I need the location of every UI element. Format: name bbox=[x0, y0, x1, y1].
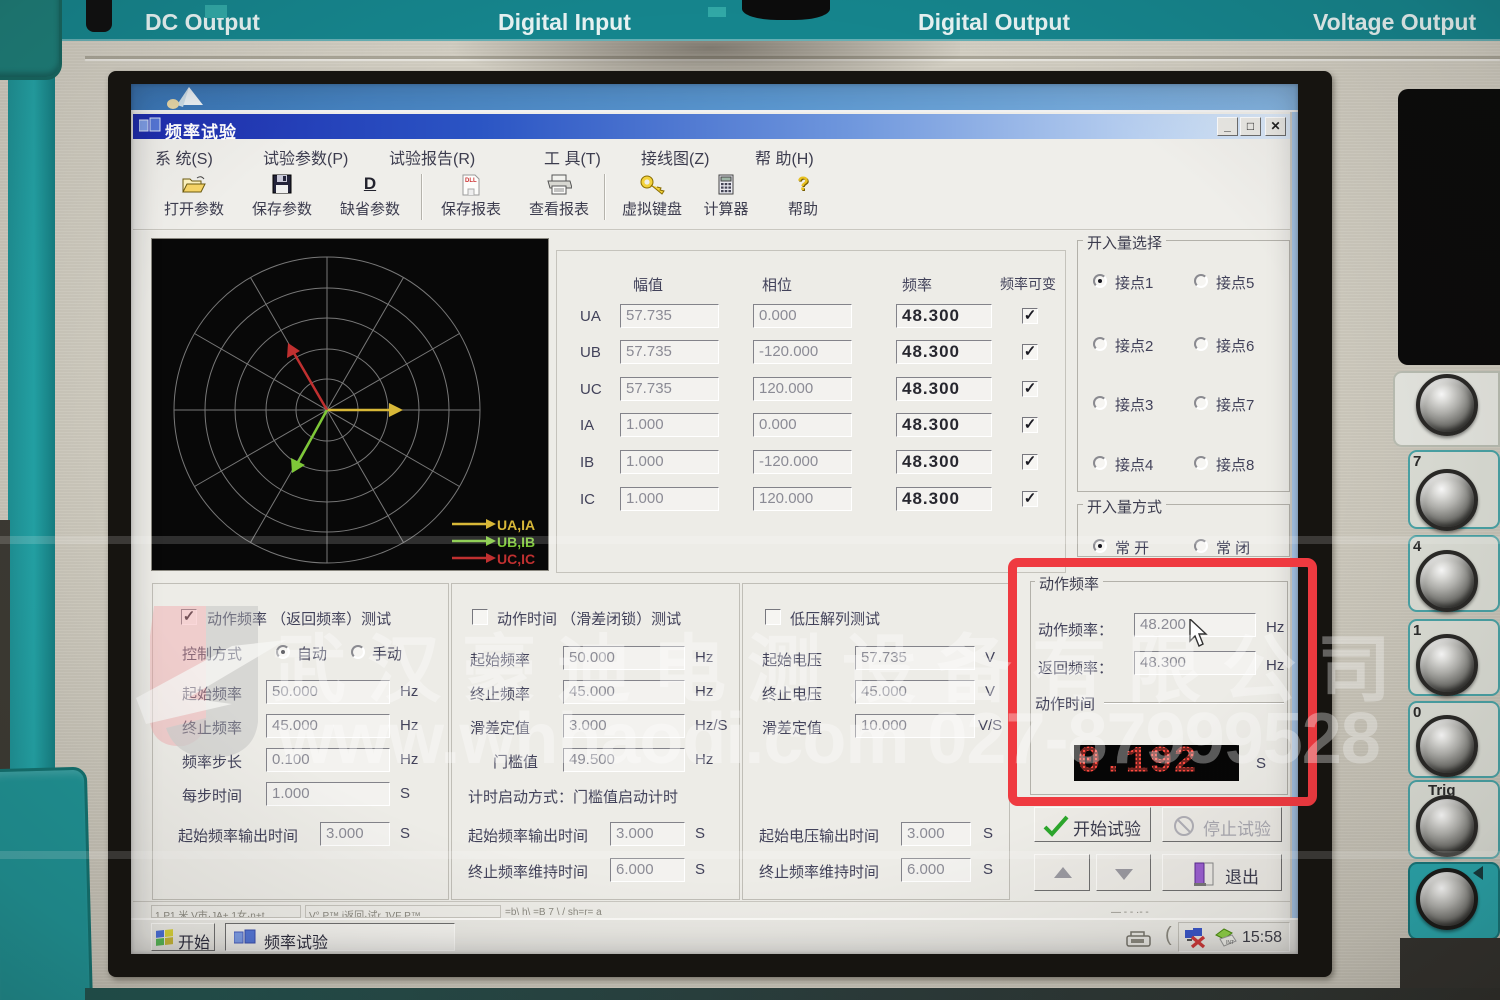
svg-text:DLL: DLL bbox=[465, 178, 477, 184]
svg-text:UC,IC: UC,IC bbox=[497, 551, 535, 567]
svg-text:INT: INT bbox=[1226, 940, 1234, 946]
svg-text:UA,IA: UA,IA bbox=[497, 517, 535, 533]
